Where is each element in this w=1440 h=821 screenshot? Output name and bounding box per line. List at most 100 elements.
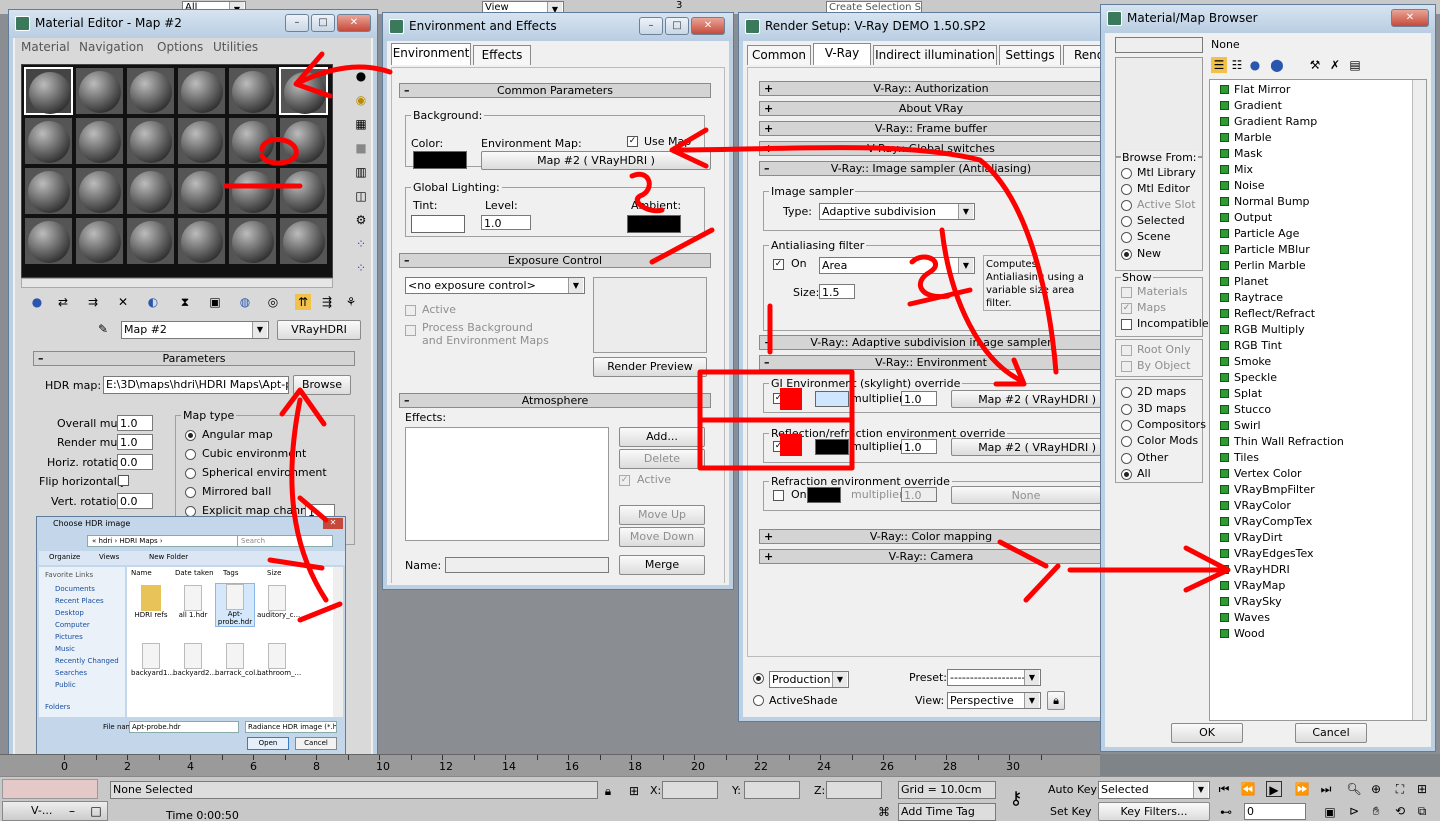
- cancel-button[interactable]: Cancel: [295, 737, 337, 750]
- map-list-item[interactable]: Planet: [1220, 274, 1268, 290]
- taskbar-restore-icon[interactable]: □: [88, 803, 104, 819]
- tab-indirect[interactable]: Indirect illumination: [873, 45, 997, 65]
- map-list-item[interactable]: Mask: [1220, 146, 1262, 162]
- fav-recent-places[interactable]: Recent Places: [55, 597, 104, 605]
- column-date[interactable]: Date taken: [175, 569, 214, 577]
- map-list-item[interactable]: Wood: [1220, 626, 1265, 642]
- gi-color-swatch[interactable]: [815, 391, 849, 407]
- delete-from-library-icon[interactable]: ✗: [1327, 57, 1343, 73]
- fav-desktop[interactable]: Desktop: [55, 609, 84, 617]
- fav-recently-changed[interactable]: Recently Changed: [55, 657, 119, 665]
- z-coordinate-field[interactable]: [826, 781, 882, 799]
- view-large-icons-icon[interactable]: ⬤: [1269, 57, 1285, 73]
- environment-rollout[interactable]: – V-Ray:: Environment: [759, 355, 1101, 370]
- map-list-item[interactable]: Output: [1220, 210, 1272, 226]
- map-list-item[interactable]: Particle MBlur: [1220, 242, 1310, 258]
- sampler-type-dropdown[interactable]: Adaptive subdivision: [819, 203, 975, 220]
- sample-type-icon[interactable]: ●: [353, 68, 369, 84]
- key-icon[interactable]: ⚷: [1008, 790, 1024, 808]
- key-mode-icon[interactable]: ⊷: [1218, 804, 1234, 820]
- add-time-tag-field[interactable]: Add Time Tag: [898, 803, 996, 821]
- pan-icon[interactable]: ✋︎: [1368, 803, 1384, 819]
- tab-common[interactable]: Common: [747, 45, 811, 65]
- sample-slot-20[interactable]: [75, 217, 124, 265]
- sample-slots-scrollbar[interactable]: [21, 278, 333, 288]
- map-list-item[interactable]: Stucco: [1220, 402, 1271, 418]
- map-list-item[interactable]: Vertex Color: [1220, 466, 1302, 482]
- effect-name-field[interactable]: [445, 557, 609, 573]
- lock-view-button[interactable]: 🔒︎: [1047, 691, 1065, 710]
- tab-settings[interactable]: Settings: [999, 45, 1061, 65]
- type-color-mods-radio[interactable]: [1121, 436, 1132, 447]
- file-item[interactable]: backyard2...: [173, 643, 216, 677]
- file-item[interactable]: barrack_col...: [215, 643, 262, 677]
- map-list-item[interactable]: VRayEdgesTex: [1220, 546, 1314, 562]
- clear-palette-icon[interactable]: ▤: [1347, 57, 1363, 73]
- choose-hdr-title[interactable]: Choose HDR image: [53, 519, 130, 528]
- browse-active-slot-radio[interactable]: [1121, 200, 1132, 211]
- play-icon[interactable]: ▶: [1266, 781, 1282, 797]
- map-list-item[interactable]: VRaySky: [1220, 594, 1282, 610]
- type-compositors-radio[interactable]: [1121, 420, 1132, 431]
- map-list-scrollbar[interactable]: [1412, 80, 1426, 720]
- sample-slot-24[interactable]: [279, 217, 328, 265]
- refract-multiplier-spinner[interactable]: 1.0: [901, 487, 937, 502]
- sample-slot-10[interactable]: [177, 117, 226, 165]
- tab-effects[interactable]: Effects: [473, 45, 531, 65]
- sample-slot-7[interactable]: [24, 117, 73, 165]
- background-icon[interactable]: ▦: [353, 116, 369, 132]
- map-list-item[interactable]: Splat: [1220, 386, 1262, 402]
- browse-new-radio[interactable]: [1121, 249, 1132, 260]
- menu-material[interactable]: Material: [21, 40, 70, 54]
- reflect-multiplier-spinner[interactable]: 1.0: [901, 439, 937, 454]
- map-list-item[interactable]: Reflect/Refract: [1220, 306, 1315, 322]
- horiz-rotation-spinner[interactable]: 0.0: [117, 454, 153, 470]
- search-box[interactable]: Search: [237, 535, 333, 547]
- new-folder-button[interactable]: New Folder: [149, 551, 188, 564]
- sample-slot-21[interactable]: [126, 217, 175, 265]
- close-button[interactable]: ✕: [691, 17, 725, 35]
- file-pane-scrollbar[interactable]: [333, 567, 343, 717]
- file-item[interactable]: HDRI refs: [131, 585, 171, 619]
- x-coordinate-field[interactable]: [662, 781, 718, 799]
- root-only-checkbox[interactable]: [1121, 345, 1132, 356]
- minimize-button[interactable]: –: [285, 14, 309, 32]
- add-effect-button[interactable]: Add...: [619, 427, 705, 447]
- map-list-item[interactable]: Swirl: [1220, 418, 1261, 434]
- file-item[interactable]: auditory_c...: [257, 585, 300, 619]
- show-map-icon[interactable]: ◍: [237, 294, 253, 310]
- show-end-result-icon[interactable]: ◎: [265, 294, 281, 310]
- browse-mtl-library-radio[interactable]: [1121, 168, 1132, 179]
- map-list-item[interactable]: Marble: [1220, 130, 1272, 146]
- browse-button[interactable]: Browse: [293, 375, 351, 395]
- map-list-item[interactable]: VRayDirt: [1220, 530, 1283, 546]
- tab-render-elements[interactable]: Rende: [1063, 45, 1101, 65]
- view-dropdown[interactable]: Perspective: [947, 692, 1041, 709]
- maximize-button[interactable]: □: [311, 14, 335, 32]
- map-list-item[interactable]: Perlin Marble: [1220, 258, 1306, 274]
- atm-active-checkbox[interactable]: ✓: [619, 475, 630, 486]
- refract-color-swatch[interactable]: [807, 487, 841, 503]
- sample-slot-12[interactable]: [279, 117, 328, 165]
- file-item[interactable]: all 1.hdr: [173, 585, 213, 619]
- organize-button[interactable]: Organize: [49, 551, 80, 564]
- exposure-rollout[interactable]: – Exposure Control: [399, 253, 711, 268]
- map-list-item[interactable]: Smoke: [1220, 354, 1271, 370]
- map-list-item[interactable]: Gradient: [1220, 98, 1282, 114]
- reset-map-icon[interactable]: ✕: [115, 294, 131, 310]
- reflect-map-button[interactable]: Map #2 ( VRayHDRI ): [951, 438, 1101, 456]
- timeline[interactable]: 0 2 4 6 8 10 12 14 16 18 20 22 24 26 28 30: [0, 754, 1100, 776]
- common-params-rollout[interactable]: – Common Parameters: [399, 83, 711, 98]
- material-id-icon[interactable]: ▣: [207, 294, 223, 310]
- current-frame-spinner[interactable]: 0: [1244, 803, 1306, 820]
- zoom-all-icon[interactable]: ⊕: [1368, 781, 1384, 797]
- filename-input[interactable]: Apt-probe.hdr: [129, 721, 239, 733]
- map-type-button[interactable]: VRayHDRI: [277, 320, 361, 340]
- sample-slot-checker[interactable]: [24, 67, 73, 115]
- assign-material-icon[interactable]: ⇉: [85, 294, 101, 310]
- fav-searches[interactable]: Searches: [55, 669, 87, 677]
- gi-multiplier-spinner[interactable]: 1.0: [901, 391, 937, 406]
- orbit-icon[interactable]: ⟲: [1392, 803, 1408, 819]
- map-list-item[interactable]: Particle Age: [1220, 226, 1299, 242]
- vert-rotation-spinner[interactable]: 0.0: [117, 493, 153, 509]
